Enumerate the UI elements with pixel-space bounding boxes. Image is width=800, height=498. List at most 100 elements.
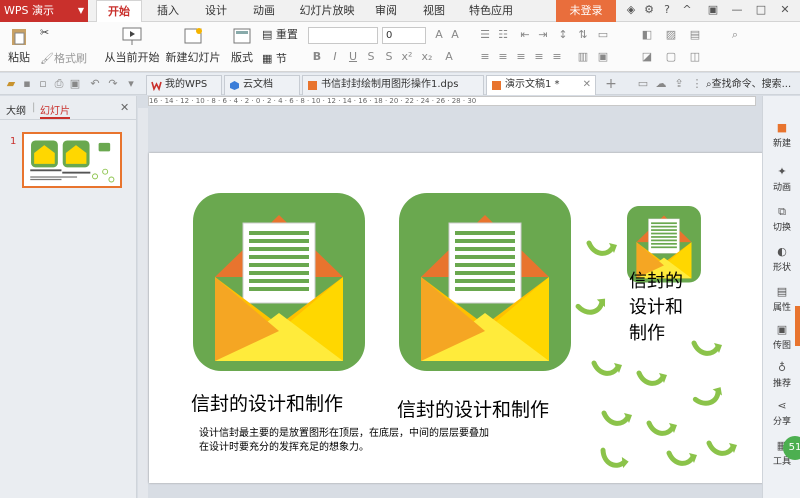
caption-2[interactable]: 信封的设计和制作 [397, 395, 549, 422]
tab-design[interactable]: 设计 [196, 0, 236, 22]
italic-icon[interactable]: I [328, 50, 342, 64]
shapes-icon[interactable]: ◧ [640, 28, 654, 42]
new-slide-button[interactable]: 新建幻灯片 [164, 26, 222, 65]
justify-icon[interactable]: ≡ [532, 50, 546, 64]
minimize-icon[interactable]: — [730, 3, 744, 17]
notification-badge[interactable]: 51 [783, 436, 800, 460]
caption-3[interactable]: 信封的 设计和 制作 [629, 269, 683, 347]
tab-home[interactable]: 开始 [96, 0, 142, 22]
tab-animation[interactable]: 动画 [244, 0, 284, 22]
doc-tab-file[interactable]: 书信封封绘制用图形操作1.dps [302, 75, 484, 95]
underline-icon[interactable]: U [346, 50, 360, 64]
align-right-icon[interactable]: ≡ [514, 50, 528, 64]
tab-outline[interactable]: 大纲 [6, 102, 26, 117]
tab-review[interactable]: 审阅 [366, 0, 406, 22]
strikethrough-icon[interactable]: S [382, 50, 396, 64]
task-new[interactable]: ■ 新建 [763, 122, 800, 150]
pane-scroll-handle[interactable] [795, 306, 800, 346]
align-text-icon[interactable]: ▭ [596, 28, 610, 42]
doc-tab-mywps[interactable]: 我的WPS [146, 75, 222, 95]
more-icon[interactable]: ⋮ [690, 77, 704, 91]
font-name-field[interactable] [308, 27, 378, 44]
close-tab-icon[interactable]: ✕ [583, 76, 591, 94]
settings-icon[interactable]: ⚙ [642, 3, 656, 17]
horizontal-ruler[interactable]: 16 · 14 · 12 · 10 · 8 · 6 · 4 · 2 · 0 · … [148, 96, 756, 106]
task-recommend[interactable]: ♁ 推荐 [763, 362, 800, 390]
command-search-input[interactable]: ⌕查找命令、搜索... [706, 76, 800, 93]
tab-special[interactable]: 特色应用 [460, 0, 522, 22]
numbering-icon[interactable]: ☷ [496, 28, 510, 42]
vertical-ruler[interactable] [138, 108, 148, 498]
font-grow-icon[interactable]: A [432, 28, 446, 42]
play-screen-icon [122, 27, 142, 45]
undo-icon[interactable]: ↶ [88, 77, 102, 91]
export-pdf-icon[interactable]: ▣ [68, 77, 82, 91]
fill-icon[interactable]: ◪ [640, 50, 654, 64]
indent-decrease-icon[interactable]: ⇤ [518, 28, 532, 42]
arrange-icon[interactable]: ▤ [688, 28, 702, 42]
screen-icon[interactable]: ▭ [636, 77, 650, 91]
indent-increase-icon[interactable]: ⇥ [536, 28, 550, 42]
from-current-label: 从当前开始 [104, 51, 160, 64]
body-line-2: 在设计时要充分的发挥充足的想象力。 [199, 442, 369, 453]
tab-view[interactable]: 视图 [414, 0, 454, 22]
restore-window-icon[interactable]: ▣ [706, 3, 720, 17]
smartart-icon[interactable]: ▣ [596, 50, 610, 64]
text-direction-icon[interactable]: ⇅ [576, 28, 590, 42]
section-button[interactable]: ▦ 节 [262, 50, 287, 66]
align-center-icon[interactable]: ≡ [496, 50, 510, 64]
layout-button[interactable]: 版式 [228, 26, 256, 65]
paste-button[interactable]: 粘贴 [6, 26, 32, 68]
reset-button[interactable]: ▤ 重置 [262, 26, 298, 42]
share-icon[interactable]: ⇪ [672, 77, 686, 91]
task-shape[interactable]: ◐ 形状 [763, 246, 800, 274]
save-icon[interactable]: ▪ [20, 77, 34, 91]
align-left-icon[interactable]: ≡ [478, 50, 492, 64]
chevron-down-icon[interactable]: ▾ [124, 77, 138, 91]
doc-tab-current[interactable]: 演示文稿1 * ✕ [486, 75, 596, 95]
columns-icon[interactable]: ▥ [576, 50, 590, 64]
cut-button[interactable]: ✂ [40, 26, 49, 39]
picture-icon[interactable]: ▨ [664, 28, 678, 42]
app-menu-button[interactable]: WPS 演示 ▼ [0, 0, 88, 22]
login-button[interactable]: 未登录 [556, 0, 616, 22]
outline-icon[interactable]: ▢ [664, 50, 678, 64]
superscript-icon[interactable]: x² [400, 50, 414, 64]
print-preview-icon[interactable]: ▫ [36, 77, 50, 91]
open-folder-icon[interactable]: ▰ [4, 77, 18, 91]
redo-icon[interactable]: ↷ [106, 77, 120, 91]
close-icon[interactable]: ✕ [778, 3, 792, 17]
slide-thumbnail[interactable] [22, 132, 122, 188]
bullets-icon[interactable]: ☰ [478, 28, 492, 42]
task-animation[interactable]: ✦ 动画 [763, 166, 800, 194]
format-painter-button[interactable]: 🖌格式刷 [40, 50, 87, 66]
effects-icon[interactable]: ◫ [688, 50, 702, 64]
tab-slideshow[interactable]: 幻灯片放映 [292, 0, 362, 22]
skin-icon[interactable]: ◈ [624, 3, 638, 17]
task-share[interactable]: ⋖ 分享 [763, 400, 800, 428]
from-current-button[interactable]: 从当前开始 [104, 26, 160, 65]
close-panel-icon[interactable]: ✕ [120, 101, 129, 114]
tab-insert[interactable]: 插入 [148, 0, 188, 22]
font-size-field[interactable]: 0 [382, 27, 426, 44]
print-icon[interactable]: ⎙ [52, 77, 66, 91]
slide-canvas[interactable]: 信封的设计和制作 信封的设计和制作 信封的 设计和 制作 设计信封最主要的是放置… [149, 153, 764, 483]
subscript-icon[interactable]: x₂ [420, 50, 434, 64]
maximize-icon[interactable]: □ [754, 3, 768, 17]
help-icon[interactable]: ? [660, 3, 674, 17]
bold-icon[interactable]: B [310, 50, 324, 64]
font-shrink-icon[interactable]: A [448, 28, 462, 42]
body-text[interactable]: 设计信封最主要的是放置图形在顶层，在底层，中间的层层要叠加 在设计时要充分的发挥… [199, 427, 489, 455]
task-transition[interactable]: ⧉ 切换 [763, 206, 800, 234]
new-tab-icon[interactable]: + [604, 77, 618, 91]
collapse-ribbon-icon[interactable]: ^ [680, 3, 694, 17]
font-color-icon[interactable]: A [442, 50, 456, 64]
find-icon[interactable]: ⌕ [728, 28, 742, 42]
distribute-icon[interactable]: ≡ [550, 50, 564, 64]
doc-tab-cloud[interactable]: 云文档 [224, 75, 300, 95]
caption-1[interactable]: 信封的设计和制作 [191, 389, 343, 416]
line-spacing-icon[interactable]: ↕ [556, 28, 570, 42]
cloud-sync-icon[interactable]: ☁ [654, 77, 668, 91]
shadow-icon[interactable]: S [364, 50, 378, 64]
tab-slides[interactable]: 幻灯片 [40, 102, 70, 119]
